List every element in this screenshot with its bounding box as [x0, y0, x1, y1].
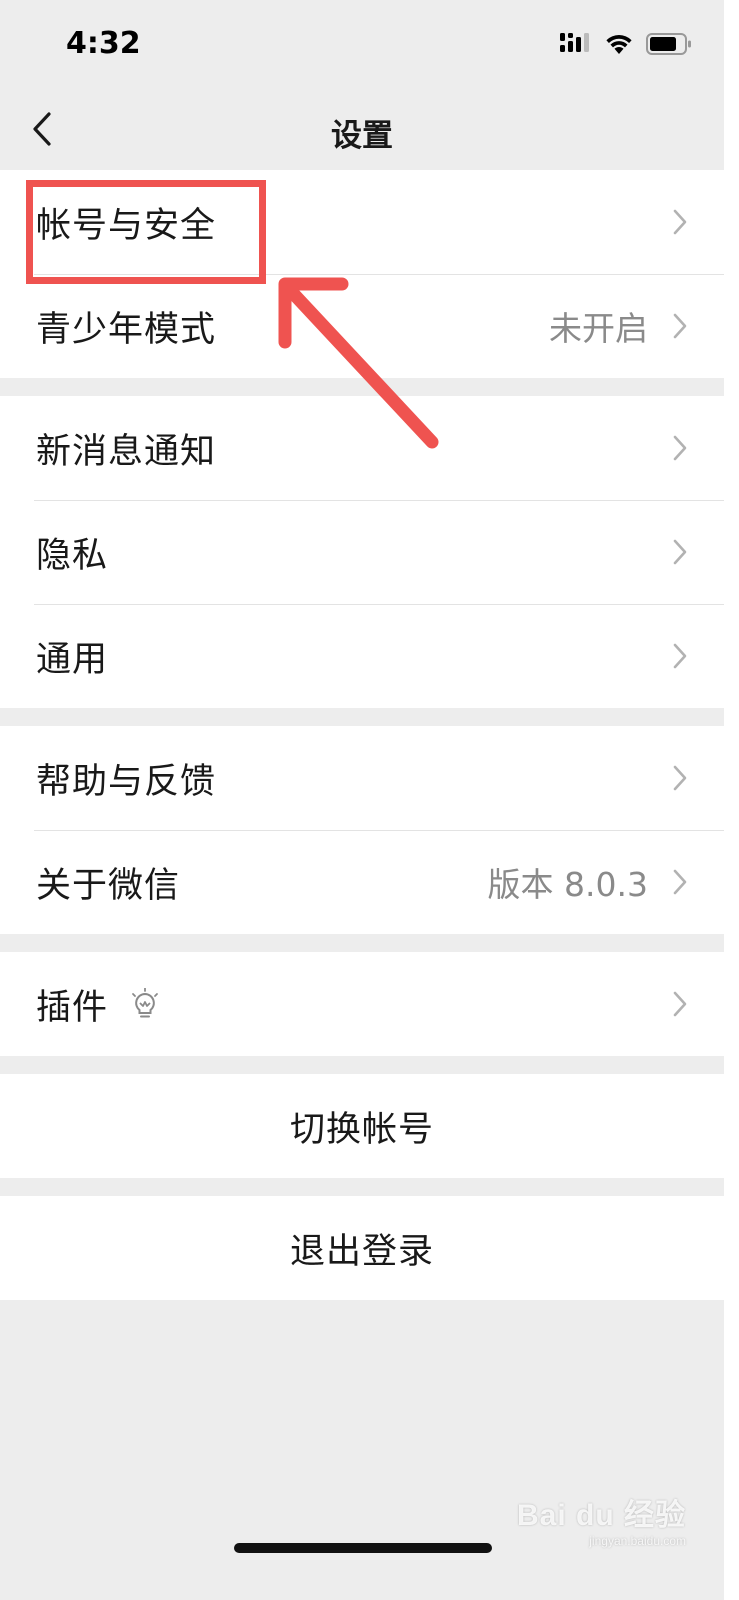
navigation-bar: 设置 [0, 92, 724, 170]
setting-row-privacy[interactable]: 隐私 [0, 500, 724, 604]
setting-label: 帮助与反馈 [36, 761, 217, 802]
baidu-jingyan-watermark: Bai du 经验 jingyan.baidu.com [517, 1490, 686, 1548]
settings-group-about: 帮助与反馈 关于微信 版本 8.0.3 [0, 726, 724, 934]
switch-account-button[interactable]: 切换帐号 [0, 1074, 724, 1178]
screenshot-border [724, 0, 739, 1600]
switch-account-label: 切换帐号 [289, 1109, 434, 1150]
logout-button[interactable]: 退出登录 [0, 1196, 724, 1300]
setting-label: 新消息通知 [36, 431, 217, 472]
setting-label: 青少年模式 [36, 309, 217, 350]
chevron-right-icon [672, 434, 688, 462]
page-title: 设置 [331, 118, 393, 154]
wifi-icon [604, 33, 634, 59]
setting-row-help-feedback[interactable]: 帮助与反馈 [0, 726, 724, 830]
watermark-url: jingyan.baidu.com [589, 1534, 686, 1548]
setting-row-plugins[interactable]: 插件 [0, 952, 724, 1056]
setting-label: 关于微信 [36, 865, 181, 906]
chevron-right-icon [672, 990, 688, 1018]
status-bar: 4:32 [0, 0, 724, 92]
chevron-right-icon [672, 642, 688, 670]
cellular-signal-icon [560, 32, 592, 60]
chevron-right-icon [672, 764, 688, 792]
setting-row-general[interactable]: 通用 [0, 604, 724, 708]
chevron-right-icon [672, 312, 688, 340]
setting-row-about-wechat[interactable]: 关于微信 版本 8.0.3 [0, 830, 724, 934]
settings-screen: 4:32 设置 帐号与安全 青少年模式 未开启 新消息通知 隐私 通用 帮助与反… [0, 0, 724, 1600]
setting-value: 版本 8.0.3 [487, 865, 648, 904]
arrow-annotation [278, 277, 439, 449]
settings-group-plugins: 插件 [0, 952, 724, 1056]
logout-label: 退出登录 [289, 1231, 434, 1272]
chevron-right-icon [672, 538, 688, 566]
logout-group: 退出登录 [0, 1196, 724, 1300]
status-icons [560, 32, 692, 60]
chevron-right-icon [672, 868, 688, 896]
highlight-box-annotation [26, 180, 266, 284]
setting-value: 未开启 [549, 309, 648, 348]
switch-account-group: 切换帐号 [0, 1074, 724, 1178]
home-indicator[interactable] [234, 1543, 492, 1553]
battery-icon [646, 32, 692, 60]
lightbulb-icon [130, 987, 160, 1022]
setting-label: 通用 [36, 639, 109, 680]
watermark-logo: Bai du 经验 [516, 1499, 686, 1532]
chevron-right-icon [672, 208, 688, 236]
setting-label: 插件 [36, 987, 109, 1028]
setting-label: 隐私 [36, 535, 109, 576]
status-time: 4:32 [66, 26, 141, 61]
